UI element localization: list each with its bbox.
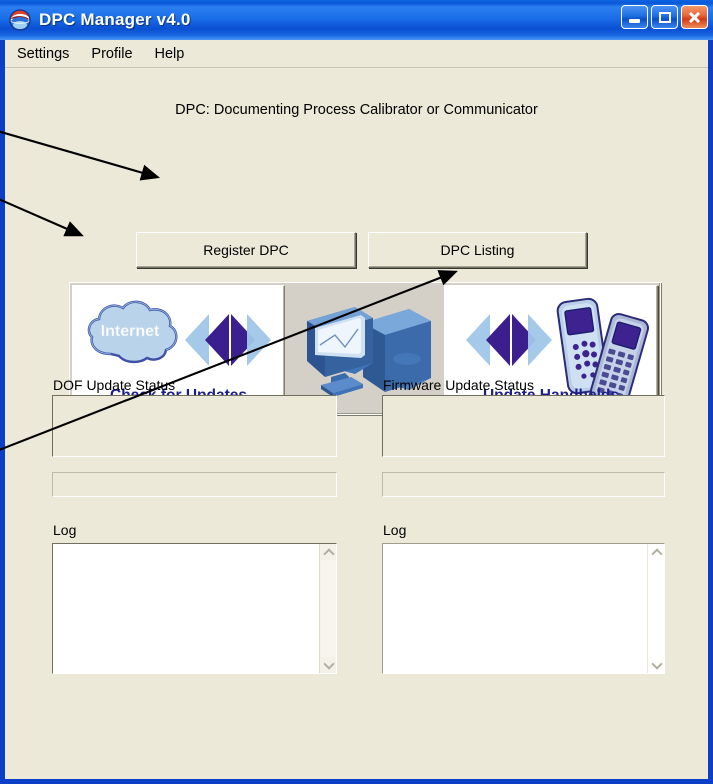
dof-update-status-label: DOF Update Status xyxy=(53,377,176,393)
dof-log-scroll-up-icon[interactable] xyxy=(321,545,336,560)
maximize-icon xyxy=(658,11,671,23)
page-subtitle: DPC: Documenting Process Calibrator or C… xyxy=(175,102,538,118)
client-area: DPC: Documenting Process Calibrator or C… xyxy=(5,69,708,779)
dof-log-scroll-track[interactable] xyxy=(321,560,336,657)
minimize-button[interactable] xyxy=(621,5,648,29)
dof-log-label: Log xyxy=(53,522,77,538)
firmware-update-status-panel xyxy=(382,395,665,457)
menu-bar: Settings Profile Help xyxy=(5,40,708,68)
firmware-update-status-label: Firmware Update Status xyxy=(383,377,534,393)
title-bar: DPC Manager v4.0 xyxy=(0,0,713,40)
firmware-log-scroll-up-icon[interactable] xyxy=(649,545,664,560)
firmware-log-textarea[interactable] xyxy=(382,543,665,674)
svg-text:Internet: Internet xyxy=(101,323,160,340)
firmware-update-status-secondary xyxy=(382,472,665,497)
menu-item-settings[interactable]: Settings xyxy=(17,44,79,64)
minimize-icon xyxy=(629,19,640,23)
app-globe-icon xyxy=(9,9,31,31)
window-controls xyxy=(621,5,708,29)
dof-update-status-panel xyxy=(52,395,337,457)
dof-update-status-secondary xyxy=(52,472,337,497)
menu-item-profile[interactable]: Profile xyxy=(91,44,142,64)
dpc-listing-button[interactable]: DPC Listing xyxy=(368,232,587,268)
menu-item-help[interactable]: Help xyxy=(155,44,195,64)
screenshot-root: DPC Manager v4.0 Settings Profile Help D… xyxy=(0,0,713,784)
dof-log-scroll-down-icon[interactable] xyxy=(321,657,336,672)
firmware-log-scrollbar[interactable] xyxy=(647,544,664,673)
close-button[interactable] xyxy=(681,5,708,29)
dof-log-textarea[interactable] xyxy=(52,543,337,674)
register-dpc-button[interactable]: Register DPC xyxy=(136,232,356,268)
firmware-log-scroll-track[interactable] xyxy=(649,560,664,657)
firmware-log-label: Log xyxy=(383,522,407,538)
maximize-button[interactable] xyxy=(651,5,678,29)
close-icon xyxy=(688,11,701,24)
application-window: DPC Manager v4.0 Settings Profile Help D… xyxy=(0,0,713,784)
window-title: DPC Manager v4.0 xyxy=(39,10,191,29)
dof-log-scrollbar[interactable] xyxy=(319,544,336,673)
firmware-log-scroll-down-icon[interactable] xyxy=(649,657,664,672)
transfer-arrows-icon xyxy=(185,314,271,366)
